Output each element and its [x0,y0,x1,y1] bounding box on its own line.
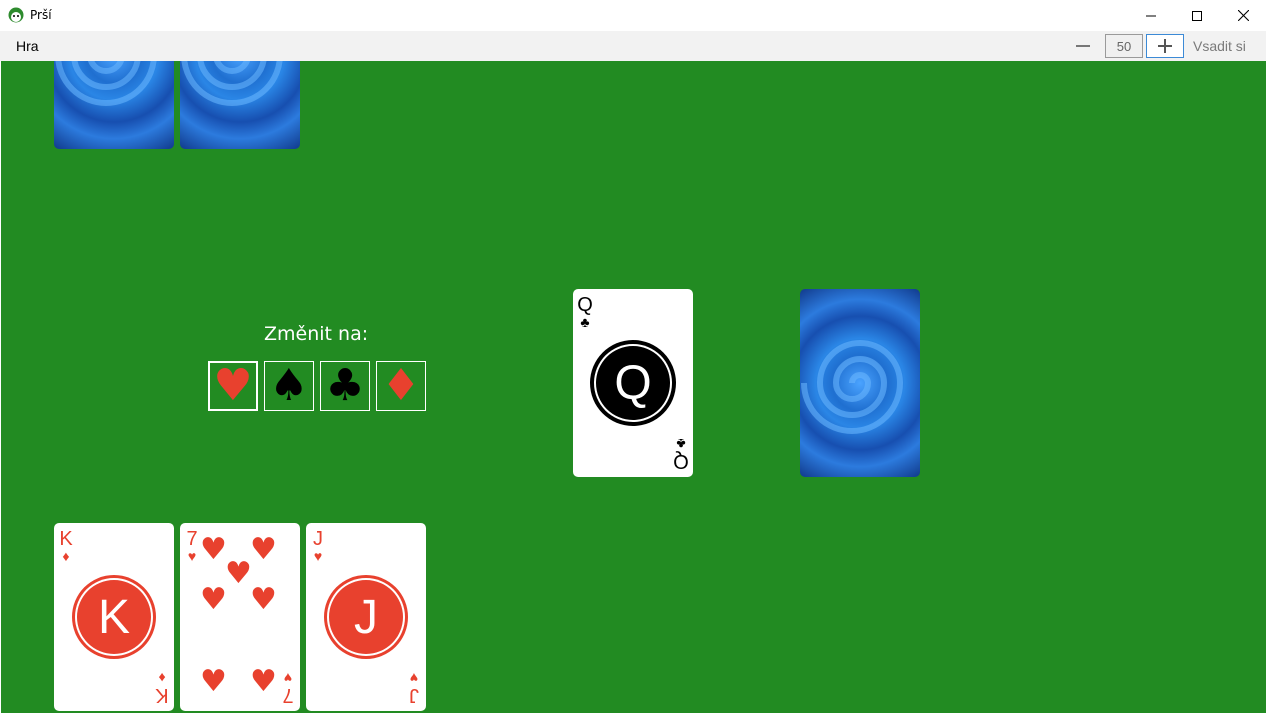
maximize-button[interactable] [1174,0,1220,31]
spades-icon: ♠ [269,360,309,411]
decrease-bet-button[interactable] [1066,33,1100,59]
card-corner: J ♥ [313,528,323,564]
discard-pile-card: Q ♣ Q Q ♣ [573,289,693,477]
close-icon [1237,10,1249,21]
minimize-icon [1146,15,1156,16]
game-table: Změnit na: ♥ ♠ ♣ ♦ Q ♣ Q Q ♣ K ♦ K K ♦ 7… [1,61,1266,713]
player-card-seven-hearts[interactable]: 7 ♥ ♥ ♥ ♥ ♥ ♥ ♥ ♥ 7 ♥ [180,523,300,711]
card-corner: K ♦ [59,528,73,564]
window-title: Prší [30,8,52,22]
diamonds-icon: ♦ [381,360,421,411]
clubs-icon: ♣ [325,360,365,411]
plus-icon [1158,39,1172,53]
place-bet-button[interactable]: Vsadit si [1193,38,1246,54]
card-corner: K ♦ [155,670,169,706]
menu-item-hra[interactable]: Hra [16,38,39,54]
minimize-button[interactable] [1128,0,1174,31]
suit-option-diamonds[interactable]: ♦ [376,361,426,411]
player-card-jack-hearts[interactable]: J ♥ J J ♥ [306,523,426,711]
player-card-king-diamonds[interactable]: K ♦ K K ♦ [54,523,174,711]
close-button[interactable] [1220,0,1266,31]
hearts-icon: ♥ [210,363,256,409]
suit-option-clubs[interactable]: ♣ [320,361,370,411]
card-face-emblem: Q [594,344,672,422]
maximize-icon [1192,10,1202,21]
card-corner: Q ♣ [577,294,593,330]
increase-bet-button[interactable] [1146,34,1184,58]
opponent-card [54,61,174,149]
suit-option-spades[interactable]: ♠ [264,361,314,411]
card-corner: 7 ♥ [282,670,294,706]
app-icon [8,7,24,23]
bet-amount-field[interactable]: 50 [1105,34,1143,58]
change-suit-label: Změnit na: [264,323,369,345]
card-face-emblem: K [75,578,153,656]
card-corner: Q ♣ [673,436,689,472]
opponent-card [180,61,300,149]
minus-icon [1076,45,1090,47]
card-face-emblem: J [327,578,405,656]
suit-option-hearts[interactable]: ♥ [208,361,258,411]
draw-pile[interactable] [800,289,920,477]
title-bar: Prší [0,0,1266,32]
card-corner: J ♥ [409,670,419,706]
